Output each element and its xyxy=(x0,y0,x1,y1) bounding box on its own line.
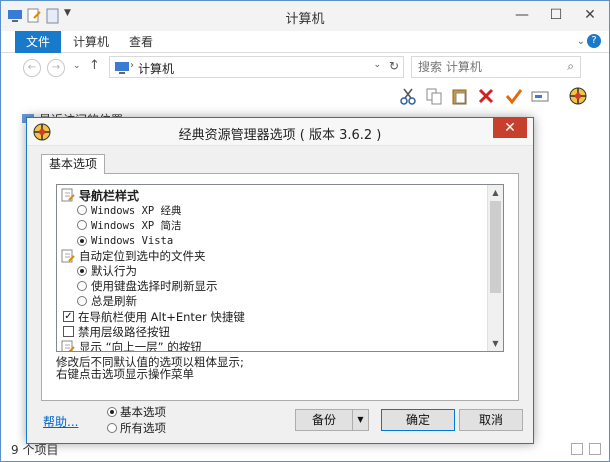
options-dialog: 经典资源管理器选项 ( 版本 3.6.2 ) ✕ 基本选项 导航栏样式 Windo… xyxy=(26,117,534,444)
tab-basic-options[interactable]: 基本选项 xyxy=(41,154,105,174)
tab-view[interactable]: 查看 xyxy=(121,31,161,53)
help-icon[interactable]: ? xyxy=(587,34,601,48)
delete-icon[interactable] xyxy=(475,85,497,107)
scroll-thumb[interactable] xyxy=(490,201,501,293)
address-dropdown-icon[interactable]: ⌄ xyxy=(373,60,381,70)
close-icon[interactable]: ✕ xyxy=(577,5,603,25)
mode-basic-label: 基本选项 xyxy=(120,404,166,419)
mode-basic-radio[interactable] xyxy=(107,406,117,417)
recent-chevron-icon[interactable]: ⌄ xyxy=(73,61,81,71)
minimize-icon[interactable]: — xyxy=(509,5,535,25)
dialog-body: 基本选项 导航栏样式 Windows XP 经典 Windows XP 简洁 Wind… xyxy=(27,146,533,443)
details-view-icon[interactable] xyxy=(571,443,583,455)
tab-file[interactable]: 文件 xyxy=(15,31,61,53)
option-checkbox[interactable]: ✓ xyxy=(63,311,74,323)
option-label: 自动定位到选中的文件夹 xyxy=(79,248,206,263)
paste-icon[interactable] xyxy=(449,85,471,107)
address-text: 计算机 xyxy=(138,62,175,76)
option-label: 导航栏样式 xyxy=(79,188,140,203)
address-bar[interactable]: › 计算机 ⌄ ↻ xyxy=(109,56,404,78)
up-icon[interactable]: ↑ xyxy=(89,58,100,73)
option-group-icon xyxy=(61,249,75,263)
option-row-checkbox[interactable]: 禁用层级路径按钮 xyxy=(63,324,170,340)
option-label: Windows Vista xyxy=(91,234,174,247)
options-scrollbar[interactable]: ▲ ▼ xyxy=(487,185,503,351)
description-line-2: 右键点击选项显示操作菜单 xyxy=(56,367,194,381)
classic-toolbar xyxy=(1,81,609,111)
description: 修改后不同默认值的选项以粗体显示; 右键点击选项显示操作菜单 xyxy=(56,356,244,380)
option-row-radio[interactable]: 默认行为 xyxy=(77,263,137,279)
mode-all-label: 所有选项 xyxy=(120,420,166,435)
option-label: Windows XP 简洁 xyxy=(91,219,182,232)
cancel-button[interactable]: 取消 xyxy=(459,409,523,431)
settings-icon[interactable] xyxy=(567,85,589,107)
backup-button[interactable]: 备份 ▼ xyxy=(295,409,369,431)
dialog-close-button[interactable]: ✕ xyxy=(493,118,527,138)
rename-icon[interactable] xyxy=(529,85,551,107)
option-label: Windows XP 经典 xyxy=(91,204,182,217)
option-radio[interactable] xyxy=(77,266,87,276)
mode-all-radio[interactable] xyxy=(107,422,117,433)
computer-icon xyxy=(114,60,130,79)
view-switch xyxy=(571,443,601,455)
option-label: 使用键盘选择时刷新显示 xyxy=(91,279,218,294)
search-icon[interactable]: ⌕ xyxy=(567,59,574,74)
scroll-down-icon[interactable]: ▼ xyxy=(488,336,503,351)
option-row-radio[interactable]: Windows XP 简洁 xyxy=(77,217,182,233)
large-icons-view-icon[interactable] xyxy=(589,443,601,455)
help-link[interactable]: 帮助... xyxy=(43,413,78,430)
ribbon-tabs: 文件 计算机 查看 xyxy=(1,31,609,53)
dialog-title: 经典资源管理器选项 ( 版本 3.6.2 ) xyxy=(178,128,382,143)
option-radio[interactable] xyxy=(77,220,87,231)
option-label: 禁用层级路径按钮 xyxy=(78,324,170,339)
address-row: ← → ⌄ ↑ › 计算机 ⌄ ↻ ⌕ xyxy=(1,53,609,81)
option-radio[interactable] xyxy=(77,235,87,246)
option-radio[interactable] xyxy=(77,205,87,216)
option-row-radio[interactable]: Windows XP 经典 xyxy=(77,202,182,218)
dialog-titlebar: 经典资源管理器选项 ( 版本 3.6.2 ) ✕ xyxy=(27,118,533,146)
refresh-icon[interactable]: ↻ xyxy=(389,59,399,73)
option-row-radio[interactable]: Windows Vista xyxy=(77,233,173,249)
option-checkbox[interactable] xyxy=(63,326,74,338)
backup-dropdown-icon[interactable]: ▼ xyxy=(352,410,368,430)
tab-computer[interactable]: 计算机 xyxy=(65,31,117,53)
explorer-titlebar: ▼ 计算机 — ☐ ✕ xyxy=(1,1,609,31)
backup-button-label: 备份 xyxy=(311,413,336,427)
option-row-checkbox[interactable]: ✓ 在导航栏使用 Alt+Enter 快捷键 xyxy=(63,309,245,325)
search-box: ⌕ xyxy=(411,56,581,78)
option-group-icon xyxy=(61,188,75,202)
option-row-group[interactable]: 自动定位到选中的文件夹 xyxy=(61,248,206,264)
option-radio[interactable] xyxy=(77,296,87,307)
search-input[interactable] xyxy=(418,59,558,75)
cut-icon[interactable] xyxy=(397,85,419,107)
ok-button[interactable]: 确定 xyxy=(381,409,455,431)
option-row-group[interactable]: 导航栏样式 xyxy=(61,187,139,203)
breadcrumb-chevron-icon: › xyxy=(130,60,134,71)
option-label: 显示 “向上一层” 的按钮 xyxy=(79,340,202,352)
mode-basic[interactable]: 基本选项 xyxy=(107,404,166,419)
maximize-icon[interactable]: ☐ xyxy=(543,5,569,25)
forward-icon[interactable]: → xyxy=(47,59,65,77)
check-icon[interactable] xyxy=(503,85,525,107)
tab-panel: 导航栏样式 Windows XP 经典 Windows XP 简洁 Windows V… xyxy=(41,173,519,401)
option-label: 默认行为 xyxy=(91,264,137,278)
scroll-up-icon[interactable]: ▲ xyxy=(488,185,503,200)
option-row-radio[interactable]: 使用键盘选择时刷新显示 xyxy=(77,278,218,294)
back-icon[interactable]: ← xyxy=(23,59,41,77)
option-label: 总是刷新 xyxy=(91,294,137,309)
options-list[interactable]: 导航栏样式 Windows XP 经典 Windows XP 简洁 Windows V… xyxy=(56,184,504,352)
copy-icon[interactable] xyxy=(423,85,445,107)
option-radio[interactable] xyxy=(77,281,87,292)
option-label: 在导航栏使用 Alt+Enter 快捷键 xyxy=(78,309,245,324)
window-controls: — ☐ ✕ xyxy=(509,5,603,25)
ribbon-expand-icon[interactable]: ⌄ xyxy=(577,36,585,47)
option-row-radio[interactable]: 总是刷新 xyxy=(77,293,137,309)
option-group-icon xyxy=(61,340,75,351)
mode-all[interactable]: 所有选项 xyxy=(107,420,166,435)
option-row-group[interactable]: 显示 “向上一层” 的按钮 xyxy=(61,339,202,352)
